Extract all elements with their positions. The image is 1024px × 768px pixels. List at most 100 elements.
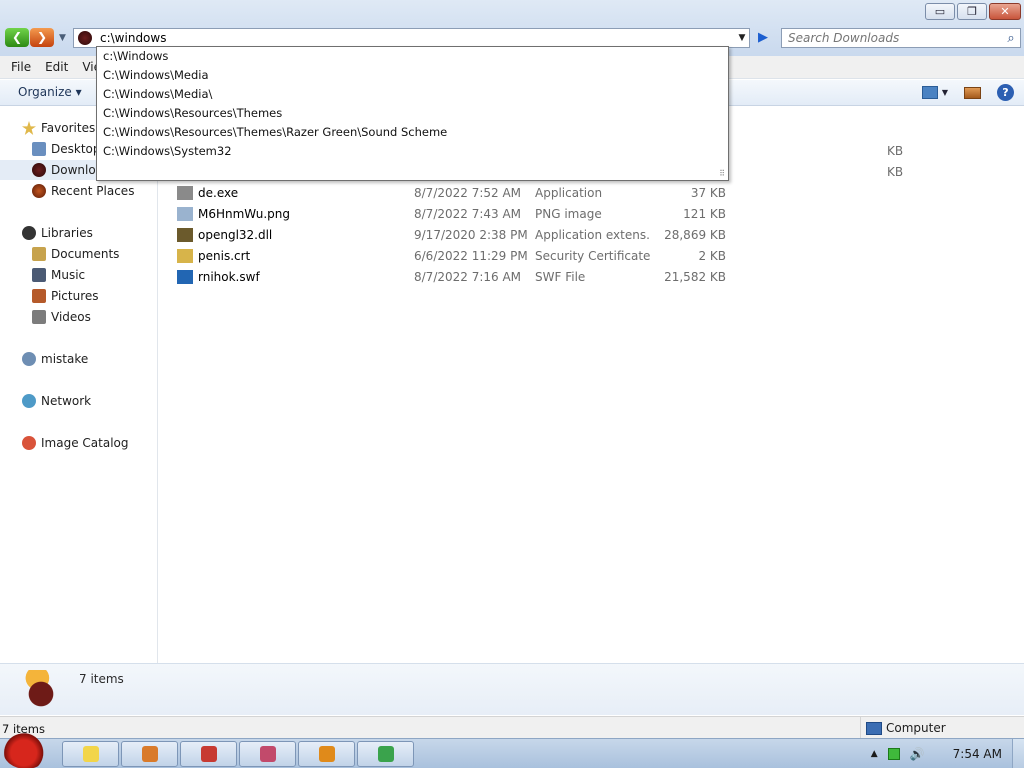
- restore-button[interactable]: ❐: [957, 3, 987, 20]
- recent-pages-dropdown-icon[interactable]: ▼: [59, 33, 66, 43]
- minimize-button[interactable]: ▭: [925, 3, 955, 20]
- tool-taskbar-button[interactable]: [239, 741, 296, 767]
- show-hidden-icons-icon[interactable]: ▲: [871, 749, 878, 759]
- status-location-label: Computer: [886, 721, 946, 735]
- autocomplete-item[interactable]: c:\Windows: [97, 47, 728, 66]
- partially-hidden-size: KB: [887, 165, 904, 179]
- explorer-taskbar-button[interactable]: [62, 741, 119, 767]
- autocomplete-item[interactable]: C:\Windows\Resources\Themes: [97, 104, 728, 123]
- window-controls: ▭ ❐ ✕: [925, 3, 1021, 20]
- certificate-icon: [177, 248, 193, 263]
- image-catalog-icon: [22, 436, 36, 450]
- change-view-icon[interactable]: [921, 86, 938, 99]
- network-status-icon[interactable]: [887, 748, 900, 760]
- autocomplete-item[interactable]: C:\Windows\Media: [97, 66, 728, 85]
- resize-grip-icon[interactable]: ⠿: [719, 169, 725, 178]
- folder-thumbnail-icon: [23, 670, 59, 710]
- file-name: opengl32.dll: [198, 227, 273, 242]
- nav-label: Videos: [51, 310, 91, 324]
- paint-taskbar-button[interactable]: [121, 741, 178, 767]
- volume-icon[interactable]: 🔊: [910, 747, 925, 761]
- music-icon: [32, 268, 46, 282]
- file-row[interactable]: rnihok.swf 8/7/2022 7:16 AM SWF File 21,582…: [177, 266, 726, 287]
- nav-documents[interactable]: Documents: [32, 244, 119, 264]
- file-row[interactable]: M6HnmWu.png 8/7/2022 7:43 AM PNG image 121 …: [177, 203, 726, 224]
- command-bar-icons: ▼ ?: [921, 84, 1014, 101]
- address-dropdown-icon[interactable]: ▼: [735, 33, 749, 43]
- file-row[interactable]: opengl32.dll 9/17/2020 2:38 PM Application…: [177, 224, 726, 245]
- go-button[interactable]: ▶: [752, 28, 774, 48]
- close-button[interactable]: ✕: [989, 3, 1021, 20]
- forward-button[interactable]: ❯: [30, 28, 54, 47]
- libraries-icon: [22, 226, 36, 240]
- nav-desktop[interactable]: Desktop: [32, 139, 101, 159]
- search-taskbar-button[interactable]: [298, 741, 355, 767]
- autocomplete-item[interactable]: C:\Windows\Resources\Themes\Razer Green\…: [97, 123, 728, 142]
- file-date: 6/6/2022 11:29 PM: [414, 248, 528, 263]
- menu-edit[interactable]: Edit: [40, 60, 73, 74]
- view-dropdown-icon[interactable]: ▼: [942, 88, 948, 97]
- nav-favorites[interactable]: Favorites: [22, 118, 95, 138]
- chrome-icon: [377, 746, 394, 762]
- pictures-icon: [32, 289, 46, 303]
- file-name: M6HnmWu.png: [198, 206, 291, 221]
- chrome-taskbar-button[interactable]: [357, 741, 414, 767]
- clock[interactable]: 7:54 AM: [953, 747, 1002, 761]
- autocomplete-item[interactable]: C:\Windows\Media\: [97, 85, 728, 104]
- file-date: 8/7/2022 7:16 AM: [414, 269, 522, 284]
- navigation-pane: Favorites Desktop Downloa Recent Places …: [0, 107, 158, 663]
- search-box[interactable]: ⌕: [781, 28, 1021, 48]
- search-icon[interactable]: ⌕: [1002, 31, 1020, 46]
- tool-icon: [259, 746, 276, 762]
- back-button[interactable]: ❮: [5, 28, 29, 47]
- organize-button[interactable]: Organize ▾: [18, 85, 82, 99]
- file-size: 21,582 KB: [664, 269, 726, 284]
- show-desktop-button[interactable]: [1012, 739, 1024, 768]
- nav-pictures[interactable]: Pictures: [32, 286, 99, 306]
- nav-label: Favorites: [41, 121, 96, 135]
- file-list: KB KB de.exe 8/7/2022 7:52 AM Application 3…: [159, 107, 1024, 663]
- file-name-cell: penis.crt: [177, 248, 414, 263]
- nav-image-catalog[interactable]: Image Catalog: [22, 433, 128, 453]
- file-name: de.exe: [198, 185, 239, 200]
- system-tray: ▲ 🔊 7:54 AM: [871, 739, 1010, 768]
- file-row[interactable]: penis.crt 6/6/2022 11:29 PM Security Certi…: [177, 245, 726, 266]
- user-icon: [22, 352, 36, 366]
- address-bar[interactable]: c:\windows ▼: [73, 28, 750, 48]
- file-name-cell: M6HnmWu.png: [177, 206, 414, 221]
- search-input[interactable]: [782, 31, 1002, 45]
- taskbar: ▲ 🔊 7:54 AM: [0, 733, 1024, 768]
- menu-file[interactable]: File: [6, 60, 36, 74]
- file-date: 8/7/2022 7:52 AM: [414, 185, 522, 200]
- png-icon: [177, 206, 193, 221]
- file-name-cell: opengl32.dll: [177, 227, 414, 242]
- documents-icon: [32, 247, 46, 261]
- nav-homegroup[interactable]: mistake: [22, 349, 88, 369]
- nav-network[interactable]: Network: [22, 391, 91, 411]
- nav-label: Music: [51, 268, 86, 282]
- dll-icon: [177, 227, 193, 242]
- nav-libraries[interactable]: Libraries: [22, 223, 93, 243]
- file-date: 9/17/2020 2:38 PM: [414, 227, 528, 242]
- item-count: 7 items: [79, 672, 124, 686]
- swf-icon: [177, 269, 193, 284]
- autocomplete-item[interactable]: C:\Windows\System32: [97, 142, 728, 161]
- preview-pane-icon[interactable]: [964, 86, 981, 99]
- file-name-cell: de.exe: [177, 185, 414, 200]
- star-icon: [22, 121, 36, 135]
- file-row[interactable]: de.exe 8/7/2022 7:52 AM Application 37 KB: [177, 182, 726, 203]
- help-icon[interactable]: ?: [997, 84, 1014, 101]
- nav-music[interactable]: Music: [32, 265, 85, 285]
- address-input[interactable]: c:\windows: [100, 31, 735, 45]
- start-button[interactable]: [3, 733, 49, 768]
- file-size: 28,869 KB: [664, 227, 726, 242]
- navigation-buttons: ❮ ❯ ▼: [5, 28, 66, 47]
- nav-videos[interactable]: Videos: [32, 307, 91, 327]
- explorer-icon: [82, 746, 99, 762]
- file-name-cell: rnihok.swf: [177, 269, 414, 284]
- nav-recent-places[interactable]: Recent Places: [32, 181, 134, 201]
- nav-label: mistake: [41, 352, 89, 366]
- file-type: Application extens...: [535, 227, 650, 242]
- file-size: 2 KB: [698, 248, 726, 263]
- app-taskbar-button[interactable]: [180, 741, 237, 767]
